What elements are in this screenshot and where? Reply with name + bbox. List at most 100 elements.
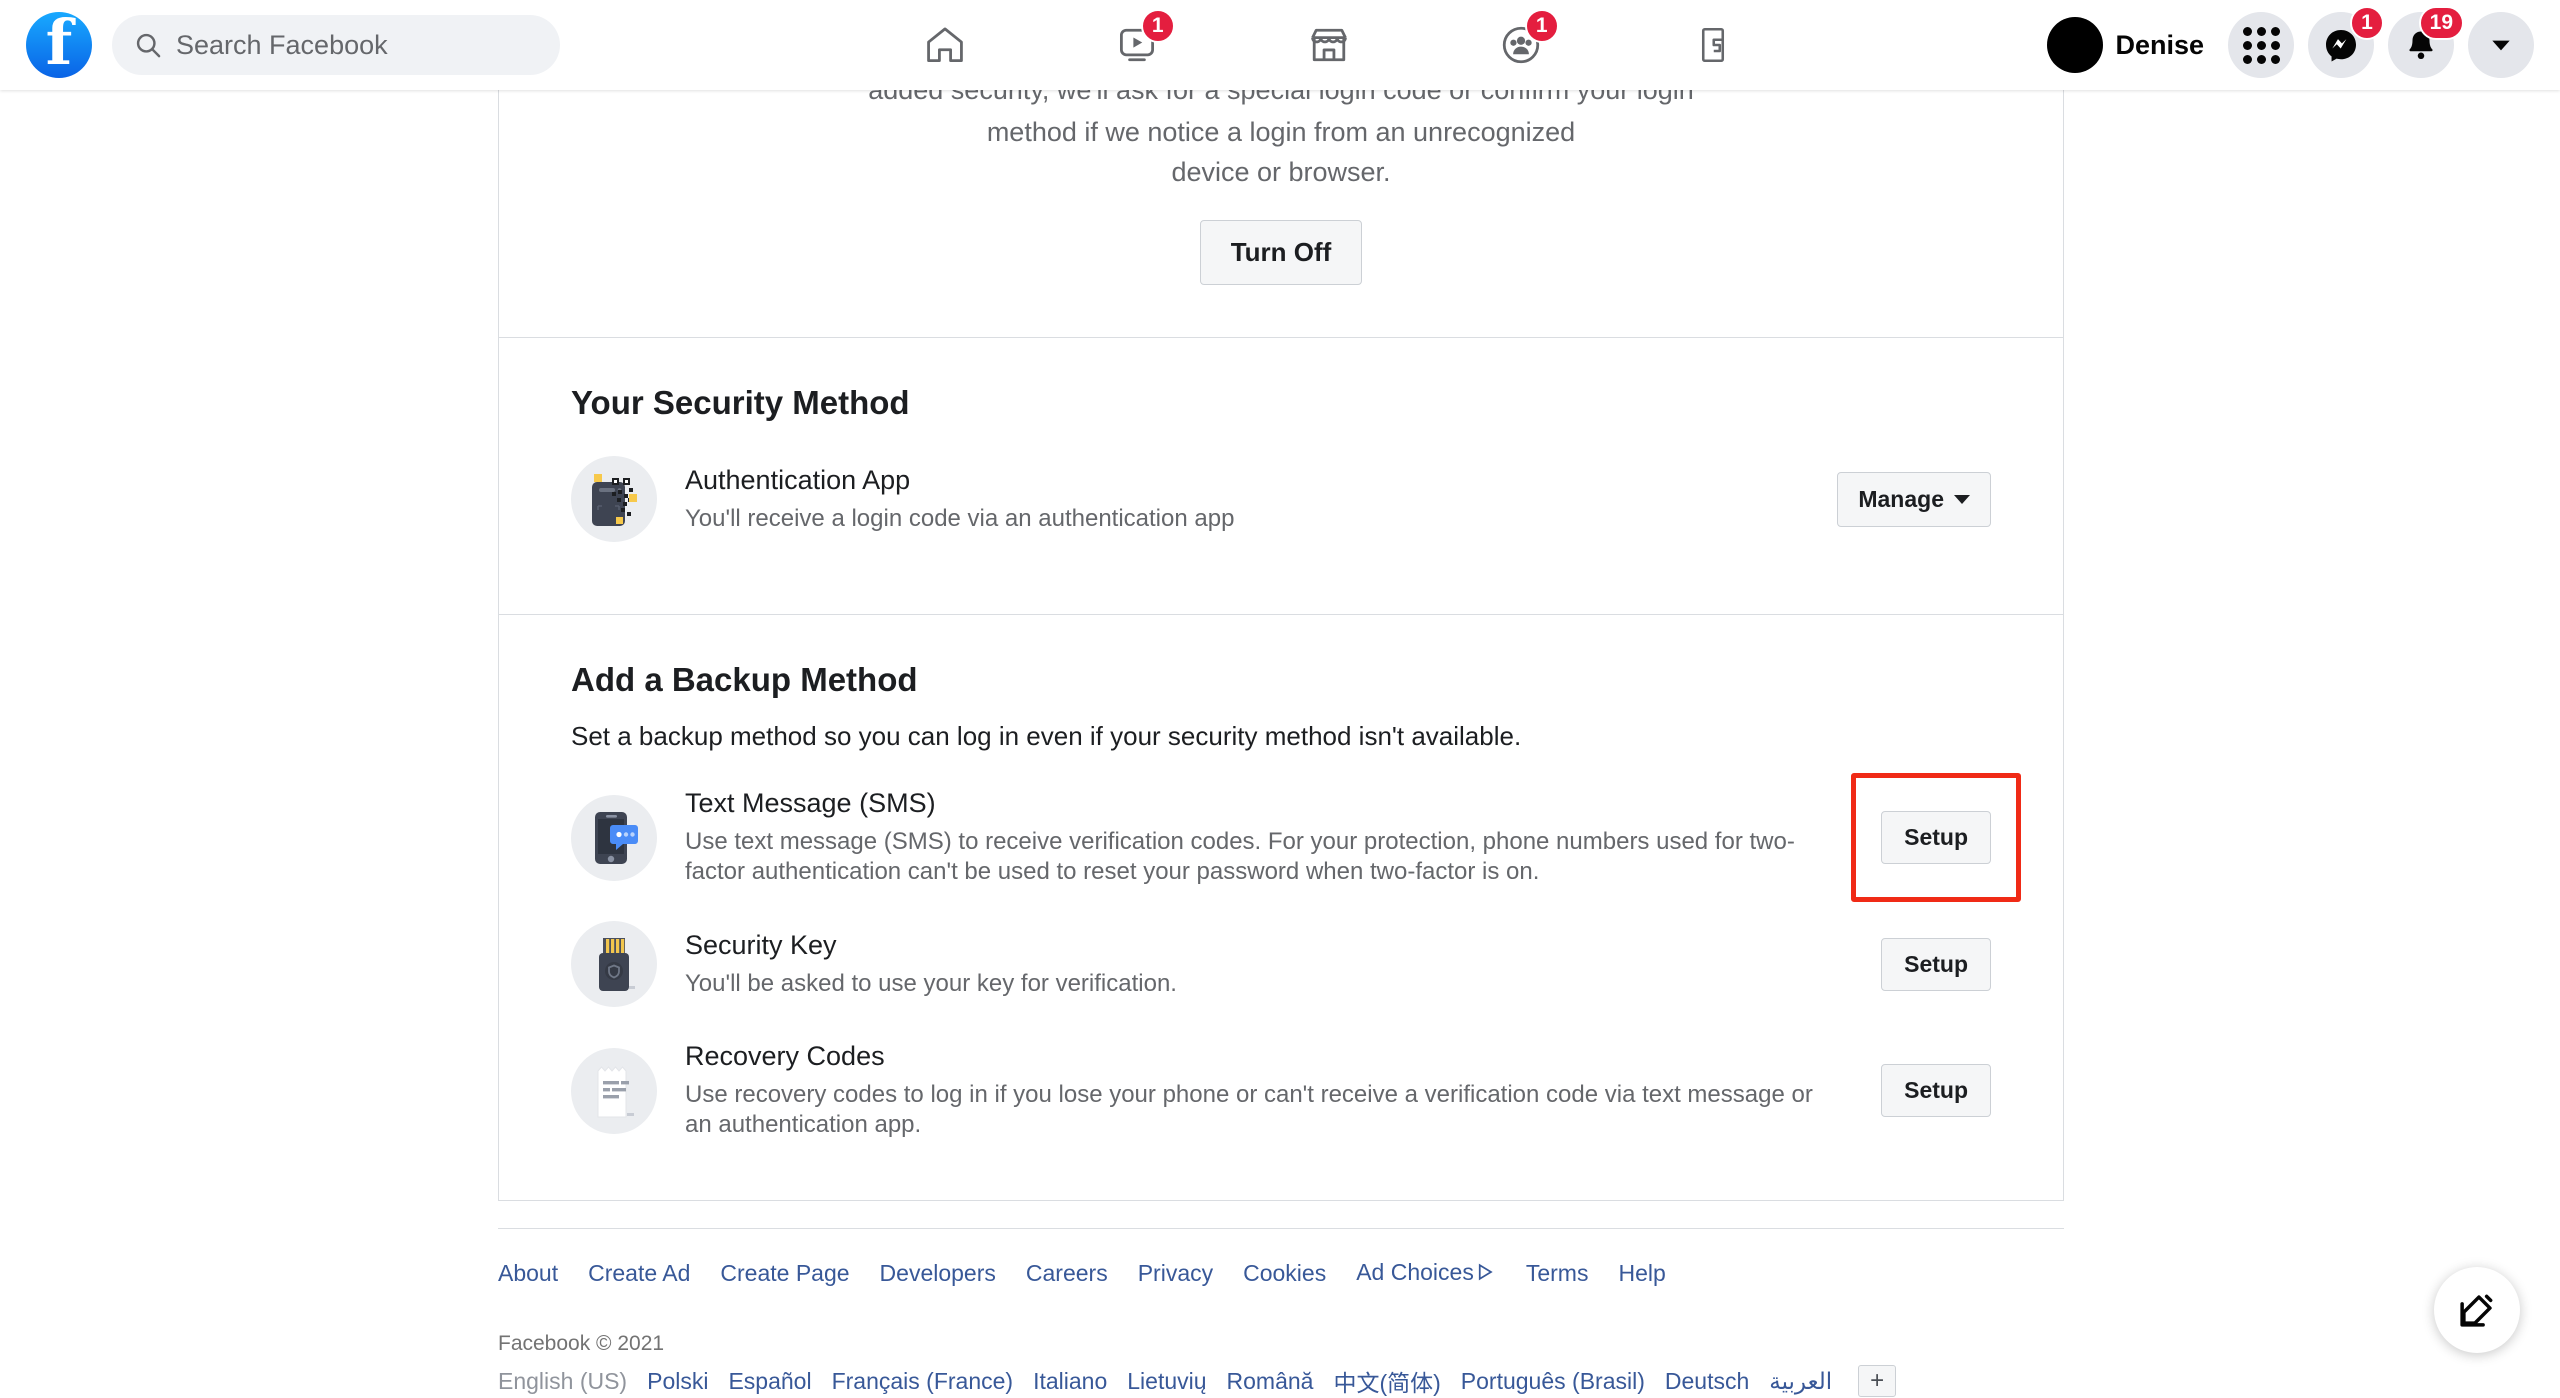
backup-row-security-key-action: Setup: [1841, 938, 1991, 991]
backup-row-recovery-codes-action: Setup: [1841, 1064, 1991, 1117]
language-option-0: English (US): [498, 1368, 627, 1395]
section-intro: added security, we'll ask for a special …: [499, 90, 2063, 338]
turn-off-button[interactable]: Turn Off: [1200, 220, 1363, 285]
chevron-down-icon: [1954, 495, 1970, 504]
setup-button-sms[interactable]: Setup: [1881, 811, 1991, 864]
footer-link-create-page[interactable]: Create Page: [720, 1260, 849, 1287]
intro-line-1: method if we notice a login from an unre…: [571, 112, 1991, 152]
language-option-7[interactable]: 中文(简体): [1333, 1364, 1440, 1398]
footer-link-ad-choices[interactable]: Ad Choices: [1356, 1259, 1496, 1288]
nav-tab-watch[interactable]: 1: [1097, 13, 1177, 77]
grid-icon: [2243, 27, 2280, 64]
security-method-row: Authentication App You'll receive a logi…: [571, 422, 1991, 614]
backup-row-security-key: Security Key You'll be asked to use your…: [571, 921, 1991, 1007]
security-method-row-desc: You'll receive a login code via an authe…: [685, 496, 1813, 534]
backup-method-title: Add a Backup Method: [571, 615, 1991, 699]
footer-link-careers[interactable]: Careers: [1026, 1260, 1108, 1287]
footer-link-help[interactable]: Help: [1618, 1260, 1665, 1287]
language-option-6[interactable]: Română: [1227, 1368, 1314, 1395]
search-input[interactable]: Search Facebook: [112, 15, 560, 75]
footer-divider: [498, 1228, 2064, 1229]
header-left-group: Search Facebook: [0, 12, 560, 78]
backup-row-security-key-desc: You'll be asked to use your key for veri…: [685, 961, 1813, 999]
profile-name-label: Denise: [2115, 30, 2204, 61]
header-nav-tabs: 1 1: [610, 13, 2047, 77]
manage-button-label: Manage: [1858, 486, 1944, 513]
nav-tab-gaming[interactable]: [1673, 13, 1753, 77]
nav-badge-watch: 1: [1141, 9, 1175, 43]
language-option-9[interactable]: Deutsch: [1665, 1368, 1749, 1395]
footer-link-developers[interactable]: Developers: [880, 1260, 996, 1287]
backup-row-recovery-codes: Recovery Codes Use recovery codes to log…: [571, 1041, 1991, 1140]
backup-row-sms-desc: Use text message (SMS) to receive verifi…: [685, 819, 1813, 887]
footer-link-create-ad[interactable]: Create Ad: [588, 1260, 690, 1287]
footer-link-privacy[interactable]: Privacy: [1138, 1260, 1213, 1287]
security-method-row-title: Authentication App: [685, 465, 1813, 496]
backup-method-list: Text Message (SMS) Use text message (SMS…: [571, 752, 1991, 1200]
notifications-button[interactable]: 19: [2388, 12, 2454, 78]
facebook-logo-icon[interactable]: [26, 12, 92, 78]
recovery-codes-icon: [571, 1048, 657, 1134]
profile-button[interactable]: Denise: [2047, 17, 2214, 73]
language-option-2[interactable]: Español: [728, 1368, 811, 1395]
setup-button-recovery-codes[interactable]: Setup: [1881, 1064, 1991, 1117]
compose-button[interactable]: [2434, 1267, 2520, 1353]
language-option-4[interactable]: Italiano: [1033, 1368, 1107, 1395]
notifications-badge: 19: [2419, 6, 2464, 40]
language-option-5[interactable]: Lietuvių: [1127, 1368, 1206, 1395]
page-footer: About Create Ad Create Page Developers Caree…: [498, 1228, 2064, 1398]
search-placeholder-text: Search Facebook: [176, 30, 388, 61]
messenger-button[interactable]: 1: [2308, 12, 2374, 78]
header-right-group: Denise 1 19: [2047, 12, 2560, 78]
search-icon: [134, 31, 162, 59]
authentication-app-icon: [571, 456, 657, 542]
avatar: [2047, 17, 2103, 73]
backup-row-security-key-text: Security Key You'll be asked to use your…: [685, 930, 1813, 999]
top-navigation-bar: Search Facebook 1: [0, 0, 2560, 90]
language-option-10[interactable]: العربية: [1769, 1368, 1832, 1395]
backup-row-security-key-title: Security Key: [685, 930, 1813, 961]
nav-tab-groups[interactable]: 1: [1481, 13, 1561, 77]
security-key-icon: [571, 921, 657, 1007]
security-method-action: Manage: [1841, 472, 1991, 527]
language-selector: English (US) Polski Español Français (Franc…: [498, 1356, 2064, 1398]
page-canvas: added security, we'll ask for a special …: [0, 90, 2560, 1391]
backup-row-recovery-codes-title: Recovery Codes: [685, 1041, 1813, 1072]
nav-tab-home[interactable]: [905, 13, 985, 77]
security-method-title: Your Security Method: [571, 338, 1991, 422]
two-factor-settings-card: added security, we'll ask for a special …: [498, 90, 2064, 1201]
backup-row-recovery-codes-text: Recovery Codes Use recovery codes to log…: [685, 1041, 1813, 1140]
footer-link-terms[interactable]: Terms: [1526, 1260, 1589, 1287]
language-option-8[interactable]: Português (Brasil): [1461, 1368, 1645, 1395]
footer-link-about[interactable]: About: [498, 1260, 558, 1287]
footer-link-cookies[interactable]: Cookies: [1243, 1260, 1326, 1287]
backup-row-sms-text: Text Message (SMS) Use text message (SMS…: [685, 788, 1813, 887]
backup-row-sms: Text Message (SMS) Use text message (SMS…: [571, 788, 1991, 887]
menu-grid-button[interactable]: [2228, 12, 2294, 78]
ad-choices-icon: [1476, 1261, 1496, 1288]
nav-badge-groups: 1: [1525, 9, 1559, 43]
backup-row-sms-action: Setup: [1841, 811, 1991, 864]
chevron-down-icon: [2488, 32, 2514, 58]
sms-phone-icon: [571, 795, 657, 881]
account-dropdown-button[interactable]: [2468, 12, 2534, 78]
footer-links: About Create Ad Create Page Developers Caree…: [498, 1259, 2064, 1288]
setup-button-security-key[interactable]: Setup: [1881, 938, 1991, 991]
compose-icon: [2456, 1289, 2498, 1331]
nav-tab-marketplace[interactable]: [1289, 13, 1369, 77]
intro-line-cut: added security, we'll ask for a special …: [571, 90, 1991, 110]
turn-off-row: Turn Off: [571, 192, 1991, 337]
intro-line-2: device or browser.: [571, 152, 1991, 192]
more-languages-button[interactable]: +: [1858, 1365, 1896, 1397]
backup-row-recovery-codes-desc: Use recovery codes to log in if you lose…: [685, 1072, 1813, 1140]
language-option-3[interactable]: Français (France): [832, 1368, 1013, 1395]
security-method-text: Authentication App You'll receive a logi…: [685, 465, 1813, 534]
language-option-1[interactable]: Polski: [647, 1368, 708, 1395]
section-add-backup-method: Add a Backup Method Set a backup method …: [499, 615, 2063, 1201]
backup-method-subtitle: Set a backup method so you can log in ev…: [571, 699, 1991, 752]
section-your-security-method: Your Security Method: [499, 338, 2063, 615]
copyright-label: Facebook © 2021: [498, 1288, 2064, 1356]
messenger-badge: 1: [2350, 6, 2384, 40]
manage-button[interactable]: Manage: [1837, 472, 1991, 527]
backup-row-sms-title: Text Message (SMS): [685, 788, 1813, 819]
